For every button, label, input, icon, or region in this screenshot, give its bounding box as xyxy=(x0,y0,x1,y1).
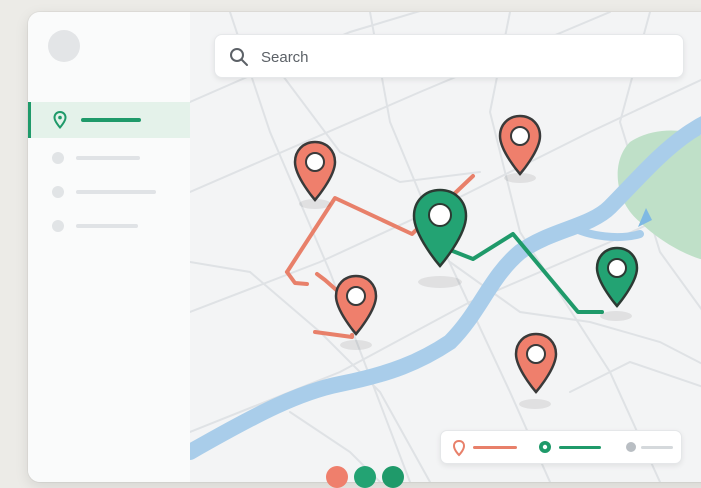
map-pin-icon xyxy=(607,258,627,278)
legend-item-grey[interactable] xyxy=(623,431,679,463)
map-pin-icon xyxy=(510,126,530,146)
search-icon xyxy=(230,48,248,66)
avatar[interactable] xyxy=(48,30,80,62)
green-pin-icon xyxy=(539,441,601,453)
grey-dot-icon xyxy=(626,442,673,452)
sidebar-item-map[interactable] xyxy=(28,102,190,138)
dot-icon xyxy=(52,186,64,198)
map-pin-icon xyxy=(346,286,366,306)
sidebar-item-4[interactable] xyxy=(28,208,190,244)
sidebar-item-label xyxy=(81,118,141,122)
red-dot-icon[interactable] xyxy=(326,466,348,488)
map-view[interactable] xyxy=(190,12,701,482)
app-window xyxy=(28,12,701,482)
sidebar xyxy=(28,12,191,482)
marker-red-1[interactable] xyxy=(293,140,337,204)
marker-red-2[interactable] xyxy=(498,114,542,178)
sidebar-item-label xyxy=(76,156,140,160)
map-pin-icon xyxy=(428,203,452,227)
route-green xyxy=(443,232,604,314)
dot-icon xyxy=(52,220,64,232)
legend-item-green[interactable] xyxy=(537,431,607,463)
marker-green-2[interactable] xyxy=(595,246,639,310)
search-input[interactable] xyxy=(259,45,663,69)
sidebar-item-2[interactable] xyxy=(28,140,190,176)
sidebar-item-label xyxy=(76,224,138,228)
dot-icon xyxy=(52,152,64,164)
map-pin-icon xyxy=(526,344,546,364)
search-bar[interactable] xyxy=(214,34,684,78)
marker-red-3[interactable] xyxy=(334,274,378,338)
sidebar-item-label xyxy=(76,190,156,194)
legend-item-red[interactable] xyxy=(452,431,523,463)
map-pin-icon xyxy=(305,152,325,172)
red-pin-icon xyxy=(452,439,517,457)
sidebar-item-3[interactable] xyxy=(28,174,190,210)
map-legend xyxy=(440,430,682,464)
marker-green-main[interactable] xyxy=(412,188,468,270)
green-dot-icon[interactable] xyxy=(354,466,376,488)
green-dot-icon[interactable] xyxy=(382,466,404,488)
marker-red-4[interactable] xyxy=(514,332,558,396)
map-pin-icon xyxy=(53,111,67,129)
